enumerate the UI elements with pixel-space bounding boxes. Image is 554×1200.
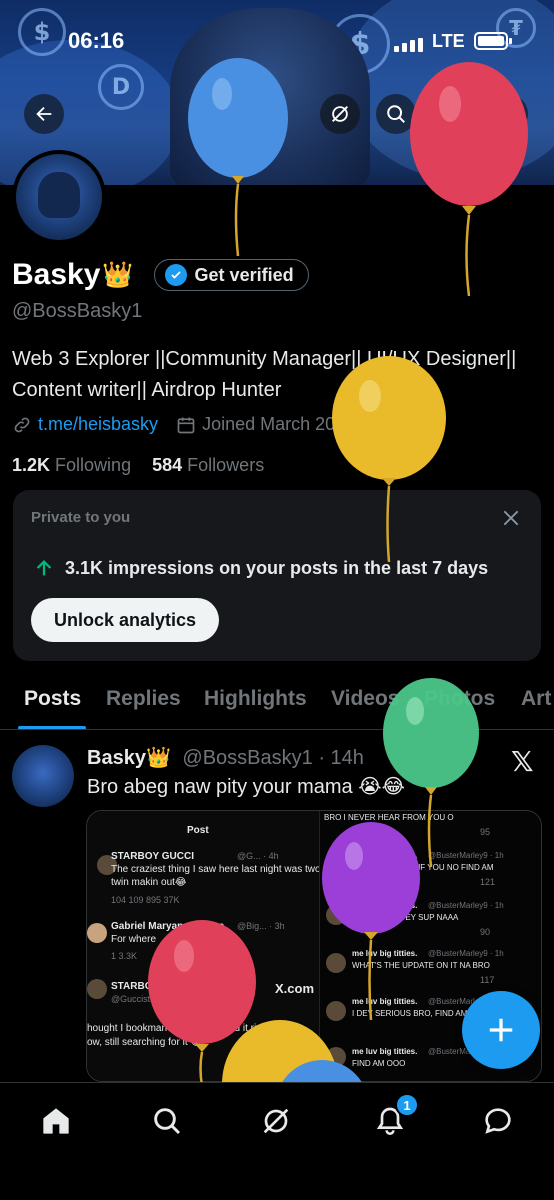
mini-stats: 117 <box>480 975 495 985</box>
notifications-badge: 1 <box>395 1093 419 1117</box>
unlock-analytics-button[interactable]: Unlock analytics <box>31 598 220 642</box>
mini-name: STARBOY GUCCI <box>111 851 194 862</box>
mini-avatar <box>87 979 107 999</box>
tab-posts[interactable]: Posts <box>24 687 81 711</box>
x-logo-icon: 𝕏 <box>511 746 534 777</box>
profile-meta: t.me/heisbasky Joined March 2021 <box>12 414 355 435</box>
mini-text: The craziest thing I saw here last night… <box>111 864 321 875</box>
grok-button[interactable] <box>320 94 360 134</box>
mini-avatar <box>87 923 107 943</box>
mini-text: twin makin out😂 <box>111 877 187 888</box>
media-post-header: Post <box>187 825 209 836</box>
post-avatar[interactable] <box>12 745 74 807</box>
profile-link[interactable]: t.me/heisbasky <box>38 414 158 435</box>
close-button[interactable] <box>501 508 521 533</box>
signal-icon <box>394 38 423 52</box>
active-tab-indicator <box>18 726 86 729</box>
following-count[interactable]: 1.2K <box>12 455 50 475</box>
battery-icon <box>474 32 512 50</box>
nav-home[interactable] <box>36 1101 76 1141</box>
balloon-blue-icon <box>282 1060 362 1082</box>
chat-bubble-icon <box>485 1108 511 1134</box>
mini-handle: @BusterMarley9 · 1h <box>428 901 504 910</box>
balloon-blue-icon <box>188 58 288 256</box>
bottom-nav <box>0 1082 554 1200</box>
nav-search[interactable] <box>147 1101 187 1141</box>
follow-stats: 1.2K Following 584 Followers <box>12 455 264 476</box>
bio-line: Content writer|| Airdrop Hunter <box>12 379 282 401</box>
tab-replies[interactable]: Replies <box>106 687 181 711</box>
grok-icon <box>263 1108 289 1134</box>
link-icon <box>14 417 30 432</box>
crown-emoji: 👑 <box>102 260 134 289</box>
get-verified-label: Get verified <box>194 264 294 285</box>
network-label: LTE <box>432 31 465 51</box>
nav-grok[interactable] <box>256 1101 296 1141</box>
arrow-left-icon <box>36 106 52 122</box>
post-header: Basky👑 @BossBasky1 · 14h <box>87 745 364 770</box>
compose-button[interactable] <box>462 991 540 1069</box>
mini-stats: 90 <box>480 927 491 937</box>
tab-articles[interactable]: Art <box>521 687 551 711</box>
search-icon <box>154 1108 181 1135</box>
balloon-purple-icon <box>322 822 420 1020</box>
nav-messages[interactable] <box>478 1101 518 1141</box>
balloon-red-icon <box>410 62 528 296</box>
back-button[interactable] <box>24 94 64 134</box>
xcom-label: X.com <box>275 981 315 996</box>
profile-handle: @BossBasky1 <box>12 300 143 322</box>
mini-handle: @G... · 4h <box>237 851 279 861</box>
profile-bio: Web 3 Explorer ||Community Manager|| UI/… <box>12 344 542 406</box>
mini-stats: 121 <box>480 877 496 887</box>
crown-emoji: 👑 <box>145 747 171 769</box>
calendar-icon <box>177 417 195 433</box>
mini-stats: 95 <box>480 827 491 837</box>
home-icon <box>43 1108 69 1134</box>
analytics-card: Private to you 3.1K impressions on your … <box>13 490 541 661</box>
balloon-yellow-icon <box>332 356 446 562</box>
following-label[interactable]: Following <box>55 455 131 475</box>
verified-badge-icon <box>164 264 187 286</box>
post-text: Bro abeg naw pity your mama 😭😂 <box>87 776 405 798</box>
profile-name: Basky <box>12 258 101 291</box>
post-author-name[interactable]: Basky <box>87 747 146 769</box>
bio-line: Web 3 Explorer ||Community Manager|| UI/… <box>12 348 517 370</box>
followers-count[interactable]: 584 <box>152 455 182 475</box>
arrow-up-icon <box>36 559 52 576</box>
card-title: Private to you <box>31 509 131 526</box>
search-icon <box>387 105 405 123</box>
close-icon <box>503 510 519 526</box>
grok-icon <box>332 106 348 122</box>
tab-highlights[interactable]: Highlights <box>204 687 307 711</box>
mini-handle: @BusterMarley9 · 1h <box>428 949 504 958</box>
profile-avatar[interactable] <box>12 150 106 244</box>
status-time: 06:16 <box>68 28 125 53</box>
plus-icon <box>489 1018 513 1042</box>
get-verified-button[interactable]: Get verified <box>153 259 309 291</box>
name-row: Basky 👑 Get verified <box>12 258 309 292</box>
mini-stats: 104 109 895 37K <box>111 895 180 905</box>
post-handle-time: @BossBasky1 · 14h <box>182 747 364 769</box>
mini-name: me luv big titties. <box>352 1047 418 1056</box>
mini-stats: 1 3.3K <box>111 951 138 961</box>
followers-label[interactable]: Followers <box>187 455 264 475</box>
